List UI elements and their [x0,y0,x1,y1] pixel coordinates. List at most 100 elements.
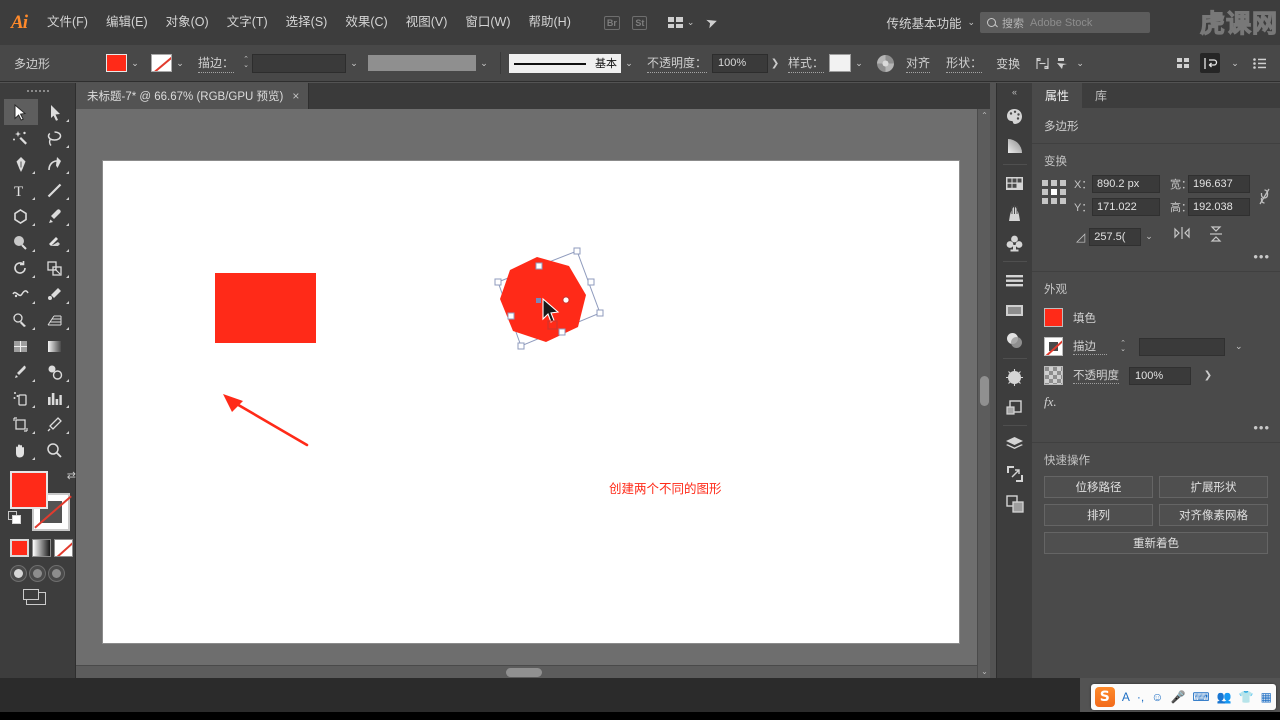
color-mode-gradient-icon[interactable] [32,539,51,557]
opacity-flyout-icon-panel[interactable]: ❯ [1201,370,1215,381]
appearance-opacity-field[interactable]: 100% [1129,366,1191,385]
tool-perspective-grid[interactable] [38,307,72,333]
ime-emoji-icon[interactable]: ☺ [1151,690,1163,704]
x-field[interactable]: 890.2 px [1092,175,1160,193]
tab-properties[interactable]: 属性 [1032,83,1083,108]
appearance-opacity-swatch[interactable] [1044,366,1063,385]
tab-libraries[interactable]: 库 [1082,83,1120,108]
tool-selection[interactable] [3,99,38,125]
flip-horizontal-icon[interactable] [1173,226,1191,247]
vertical-scroll-thumb[interactable] [980,376,989,406]
rocket-icon[interactable]: ➤ [704,13,721,33]
color-mode-none-icon[interactable] [54,539,73,557]
expand-shape-button[interactable]: 扩展形状 [1159,476,1268,498]
appearance-stroke-label[interactable]: 描边 [1073,338,1107,355]
add-effect-button[interactable]: fx. [1032,390,1280,418]
tool-symbol-sprayer[interactable] [4,385,38,411]
fill-dropdown-icon[interactable]: ⌄ [127,53,143,73]
tool-mesh[interactable] [4,333,38,359]
tool-zoom[interactable] [38,437,72,463]
menu-view[interactable]: 视图(V) [397,0,457,45]
tool-type[interactable]: T [4,177,38,203]
appearance-fill-swatch[interactable] [1044,308,1063,327]
graphic-style-swatch[interactable] [829,54,852,72]
ime-voice-icon[interactable]: 🎤 [1170,690,1185,704]
tool-scale[interactable] [38,255,72,281]
tool-paintbrush[interactable] [38,203,72,229]
stroke-weight-field[interactable] [252,53,347,73]
appearance-stroke-weight-field[interactable] [1139,337,1225,356]
canvas-horizontal-scrollbar[interactable] [76,665,977,678]
artboards-panel-icon[interactable] [1000,459,1030,489]
canvas-area[interactable]: 创建两个不同的图形 ⌃ ⌄ [76,109,990,678]
transparency-panel-icon[interactable] [1000,325,1030,355]
tool-free-transform[interactable] [38,281,72,307]
angle-field[interactable]: 257.5( [1089,227,1142,246]
tool-polygon[interactable] [4,203,38,229]
menu-file[interactable]: 文件(F) [38,0,97,45]
asset-export-panel-icon[interactable] [1000,489,1030,519]
transform-more-options-icon[interactable]: ••• [1032,247,1280,271]
tool-curvature[interactable] [38,151,72,177]
default-fill-stroke-icon[interactable] [8,511,24,527]
fill-color-swatch[interactable] [106,54,127,72]
color-mode-flat-icon[interactable] [10,539,29,557]
menu-window[interactable]: 窗口(W) [456,0,519,45]
symbols-panel-icon[interactable] [1000,228,1030,258]
panel-menu-icon[interactable] [1250,53,1270,73]
red-polygon-shape[interactable] [488,243,608,371]
opacity-flyout-icon[interactable]: ❯ [768,58,782,69]
stroke-weight-dropdown-icon-panel[interactable]: ⌄ [1235,341,1243,352]
menu-help[interactable]: 帮助(H) [520,0,580,45]
scroll-down-icon[interactable]: ⌄ [978,665,990,678]
menu-object[interactable]: 对象(O) [157,0,218,45]
gradient-panel-icon[interactable] [1000,131,1030,161]
collapse-panels-icon[interactable]: « [1012,87,1017,101]
width-field[interactable]: 196.637 [1188,175,1250,193]
artboard[interactable]: 创建两个不同的图形 [103,161,959,643]
angle-dropdown-icon[interactable]: ⌄ [1145,231,1153,242]
ime-toolbox-icon[interactable]: ▦ [1261,690,1272,704]
select-similar-icon[interactable] [1052,53,1072,73]
style-dropdown-icon[interactable]: ⌄ [851,53,867,73]
layers-panel-icon[interactable] [1000,429,1030,459]
align-panel-icon[interactable] [1000,265,1030,295]
artboard-navigate-icon[interactable] [1200,53,1220,73]
constrain-proportions-icon[interactable] [1258,187,1271,209]
opacity-field[interactable]: 100% [712,53,769,73]
search-adobe-stock[interactable]: 搜索 Adobe Stock [980,12,1150,33]
tool-rotate[interactable] [4,255,38,281]
swap-fill-stroke-icon[interactable]: ⇄ [67,469,76,482]
ime-punctuation-icon[interactable]: ·, [1137,690,1144,704]
toolbar-grip[interactable] [0,83,75,99]
close-icon[interactable]: × [292,89,299,103]
tool-eraser[interactable] [38,229,72,255]
stroke-weight-stepper-panel[interactable]: ⌃ ⌄ [1117,340,1129,353]
align-button[interactable]: 对齐 [906,54,931,73]
draw-normal-icon[interactable] [10,565,27,582]
swatches-panel-icon[interactable] [1000,168,1030,198]
recolor-artwork-icon[interactable] [877,54,895,72]
appearance-opacity-label[interactable]: 不透明度 [1073,367,1119,384]
stock-badge-icon[interactable]: St [629,12,651,34]
horizontal-scroll-thumb[interactable] [506,668,542,677]
menu-select[interactable]: 选择(S) [277,0,337,45]
menu-effect[interactable]: 效果(C) [336,0,396,45]
arrange-panel-icon[interactable] [1173,53,1193,73]
tool-line-segment[interactable] [38,177,72,203]
tool-column-graph[interactable] [38,385,72,411]
document-tab[interactable]: 未标题-7* @ 66.67% (RGB/GPU 预览) × [76,83,310,109]
tool-slice[interactable] [38,411,72,437]
tool-gradient[interactable] [38,333,72,359]
stroke-panel-icon[interactable] [1000,295,1030,325]
workspace-switcher[interactable]: 传统基本功能 ⌄ [886,0,975,45]
pathfinder-panel-icon[interactable] [1000,392,1030,422]
stroke-profile-field[interactable] [368,55,477,71]
tool-blend[interactable] [38,359,72,385]
bridge-badge-icon[interactable]: Br [601,12,623,34]
tool-lasso[interactable] [38,125,72,151]
y-field[interactable]: 171.022 [1092,198,1160,216]
brushes-panel-icon[interactable] [1000,198,1030,228]
ime-input-mode-icon[interactable]: A [1122,690,1130,704]
canvas-vertical-scrollbar[interactable]: ⌃ ⌄ [977,109,990,678]
